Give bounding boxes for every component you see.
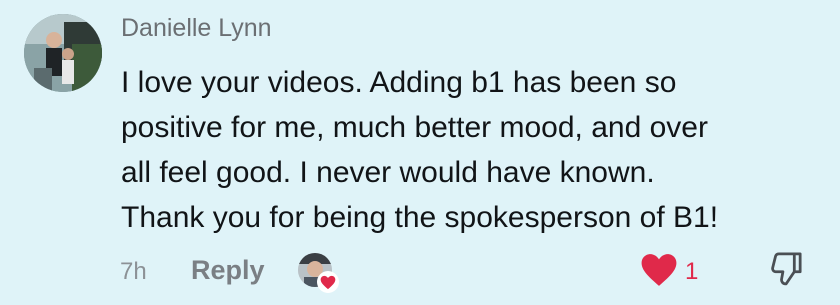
reply-button[interactable]: Reply — [191, 255, 265, 286]
comment-actions: 7h Reply 1 — [0, 247, 840, 297]
comment-body-line: I love your videos. Adding b1 has been s… — [121, 66, 677, 99]
comment-body: I love your videos. Adding b1 has been s… — [121, 60, 821, 240]
user-avatar[interactable] — [24, 14, 102, 92]
creator-heart-icon — [317, 271, 339, 293]
like-count: 1 — [685, 258, 699, 285]
comment-body-line: all feel good. I never would have known. — [121, 156, 655, 189]
thumbs-down-icon[interactable] — [769, 251, 805, 294]
creator-liked-avatar — [298, 253, 339, 293]
comment: Danielle Lynn I love your videos. Adding… — [0, 0, 840, 305]
comment-timestamp: 7h — [120, 258, 147, 285]
comment-author[interactable]: Danielle Lynn — [121, 14, 272, 43]
comment-body-line: Thank you for being the spokesperson of … — [121, 201, 719, 234]
comment-body-line: positive for me, much better mood, and o… — [121, 111, 708, 144]
heart-icon[interactable] — [640, 252, 678, 293]
